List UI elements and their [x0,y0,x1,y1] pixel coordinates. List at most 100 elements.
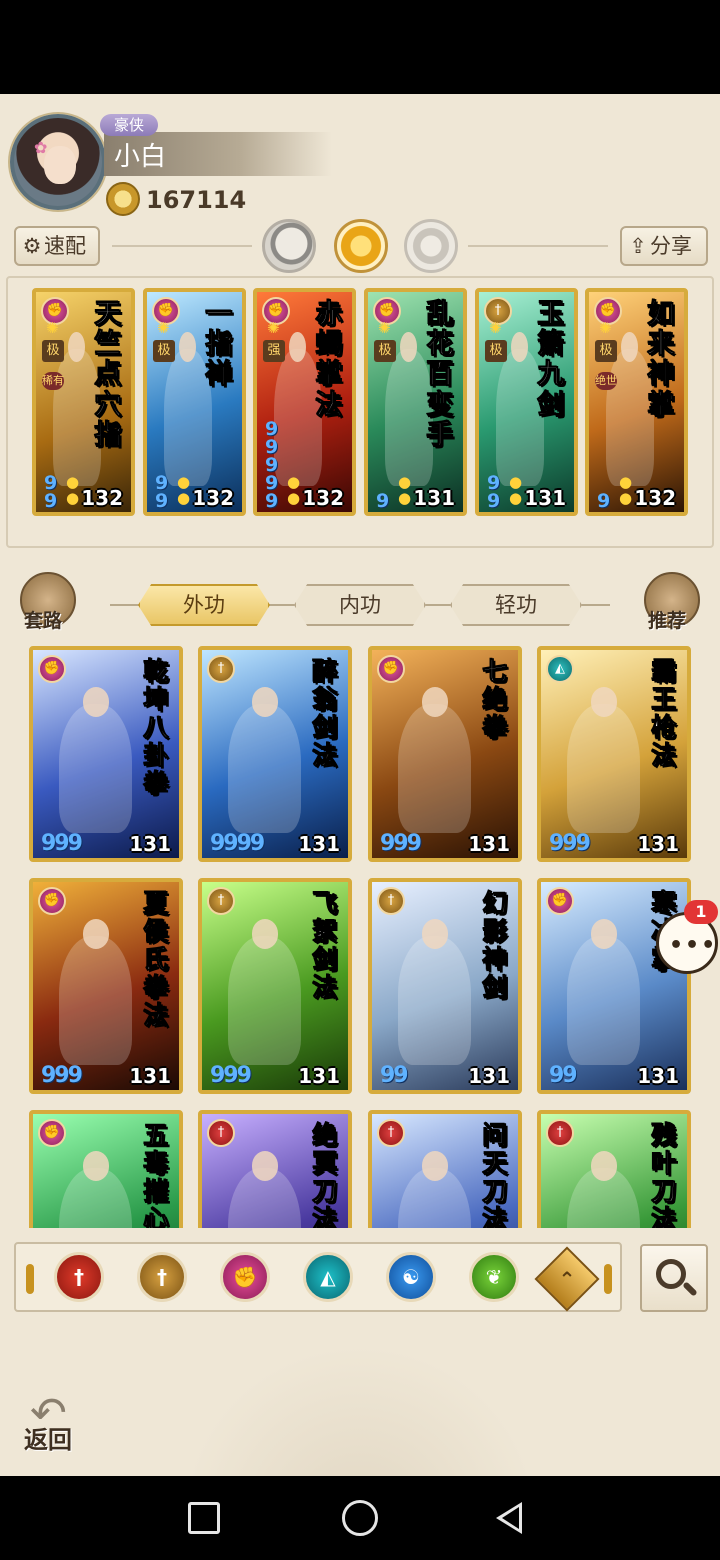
home-icon[interactable] [342,1500,378,1536]
status-bar [0,0,720,94]
skill-card[interactable]: † 幻影神剑 99 131 [368,878,522,1094]
routine-label[interactable]: 套路 [24,606,62,633]
grade-tag: 极 [595,340,617,362]
pink-type-icon: ✊ [377,655,405,683]
skill-card[interactable]: † 醉翁剑法 9999 131 [198,646,352,862]
sun-icon: ✺ [599,319,612,337]
card-figure-head [251,687,278,717]
spiral-blue-icon[interactable]: ☯ [386,1252,436,1302]
skill-card[interactable]: ✊ 七绝拳 999 131 [368,646,522,862]
leaf-green-icon[interactable]: ❦ [469,1252,519,1302]
sword-red-icon[interactable]: † [54,1252,104,1302]
skill-card[interactable]: ◭ 霸王枪法 999 131 [537,646,691,862]
card-name: 幻影神剑 [482,889,508,1002]
card-level: 131 [413,486,455,510]
back-button[interactable]: ↶ 返回 [20,1384,94,1454]
card-name: 乾坤八卦拳 [143,657,169,798]
tab-external[interactable]: 外功 [138,584,270,626]
back-triangle-icon[interactable] [496,1502,522,1534]
card-name: 天竺点穴指 [94,299,122,451]
tab-lightness[interactable]: 轻功 [450,584,582,626]
chat-unread-badge: 1 [684,900,718,924]
sun-icon: ✺ [378,319,391,337]
recent-apps-icon[interactable] [188,1502,220,1534]
filter-bar: † † ✊ ◭ ☯ ❦ ⌃ [14,1242,622,1312]
speed-match-label: 速配 [44,234,86,258]
divider-left [112,245,252,247]
card-name: 玉箫九剑 [537,299,565,421]
deck-card[interactable]: ✊ 如来神掌 ✺ 极绝世 9 ● ● 132 [585,288,688,516]
deck-card[interactable]: ✊ 一指禅 ✺ 极 99 ● ● 132 [143,288,246,516]
speed-match-button[interactable]: ⚙ 速配 [14,226,100,266]
moon-mode-icon[interactable] [262,219,316,273]
skill-card[interactable]: † 绝冥刀法 [198,1110,352,1228]
search-icon [656,1259,686,1289]
rank-up-icon[interactable]: ⌃ [534,1246,600,1312]
spiral-icons: 999 [41,1063,83,1088]
ring-mode-icon[interactable] [404,219,458,273]
grade-tag: 极 [153,340,175,362]
rarity-tag: 稀有 [42,372,64,390]
red-type-icon: † [377,1119,405,1147]
card-level: 131 [524,486,566,510]
fist-pink-icon[interactable]: ✊ [220,1252,270,1302]
sun-mode-icon[interactable] [334,219,388,273]
card-level: 131 [637,832,679,856]
card-name: 飞絮剑法 [312,889,338,1002]
sun-icon: ✺ [267,319,280,337]
player-avatar[interactable]: ✿ [10,114,106,210]
search-button[interactable] [640,1244,708,1312]
spiral-icons: 9 [597,490,610,512]
card-figure-head [421,687,448,717]
teal-type-icon: ◭ [546,655,574,683]
deck-card[interactable]: ✊ 赤蝎掌法 ✺ 强 99999 ● ● 132 [253,288,356,516]
sun-icon: ✺ [489,319,502,337]
share-label: 分享 [650,234,692,258]
share-button[interactable]: ⇪ 分享 [620,226,708,266]
card-name: 七绝拳 [482,657,508,742]
sun-icon: ✺ [46,319,59,337]
recommend-label[interactable]: 推荐 [648,606,686,633]
spiral-icons: 999 [380,831,422,856]
card-level: 132 [634,486,676,510]
sword-gold-icon[interactable]: † [137,1252,187,1302]
spiral-icons: 99 [44,472,57,512]
card-name: 醉翁剑法 [312,657,338,770]
spiral-icons: 99999 [265,418,278,512]
pink-type-icon: ✊ [38,887,66,915]
card-name: 霸王枪法 [651,657,677,770]
martial-arts-screen: ✿ 豪侠 小白 167114 ⚙ 速配 ⇪ 分享 ✊ 天竺点穴指 ✺ 极稀有 99 ● ● 13… [0,94,720,1476]
card-name: 绝冥刀法 [312,1121,338,1228]
skill-card[interactable]: † 残叶刀法 [537,1110,691,1228]
share-icon: ⇪ [629,234,647,258]
deck-card[interactable]: ✊ 天竺点穴指 ✺ 极稀有 99 ● ● 132 [32,288,135,516]
card-level: 131 [298,1064,340,1088]
skill-card[interactable]: ✊ 夏侯氏拳法 999 131 [29,878,183,1094]
chat-icon: ••• [669,933,718,958]
card-figure-head [251,919,278,949]
skill-card[interactable]: ✊寒冰掌99131 [537,878,691,1094]
avatar-face [44,146,76,184]
skill-card[interactable]: † 飞絮剑法 999 131 [198,878,352,1094]
card-level: 131 [129,832,171,856]
card-level: 132 [192,486,234,510]
spiral-icons: 9 [376,490,389,512]
skill-card[interactable]: ✊ 五毒摧心 [29,1110,183,1228]
deck-card[interactable]: ✊ 乱花百变手 ✺ 极 9 ● ● 131 [364,288,467,516]
card-name: 乱花百变手 [426,299,454,451]
fan-teal-icon[interactable]: ◭ [303,1252,353,1302]
player-name: 小白 [114,142,167,172]
card-figure [567,704,641,834]
skill-card[interactable]: † 问天刀法 [368,1110,522,1228]
red-type-icon: † [207,1119,235,1147]
gear-icon: ⚙ [22,234,42,258]
red-type-icon: † [546,1119,574,1147]
deck-card[interactable]: † 玉箫九剑 ✺ 极 99 ● ● 131 [475,288,578,516]
tab-internal[interactable]: 内功 [294,584,426,626]
gold-type-icon: † [207,655,235,683]
skill-card[interactable]: ✊ 乾坤八卦拳 999 131 [29,646,183,862]
flame-icons: ● ● [177,473,191,507]
spiral-icons: 99 [549,1063,578,1088]
flame-icons: ● ● [287,473,301,507]
card-name: 问天刀法 [482,1121,508,1228]
